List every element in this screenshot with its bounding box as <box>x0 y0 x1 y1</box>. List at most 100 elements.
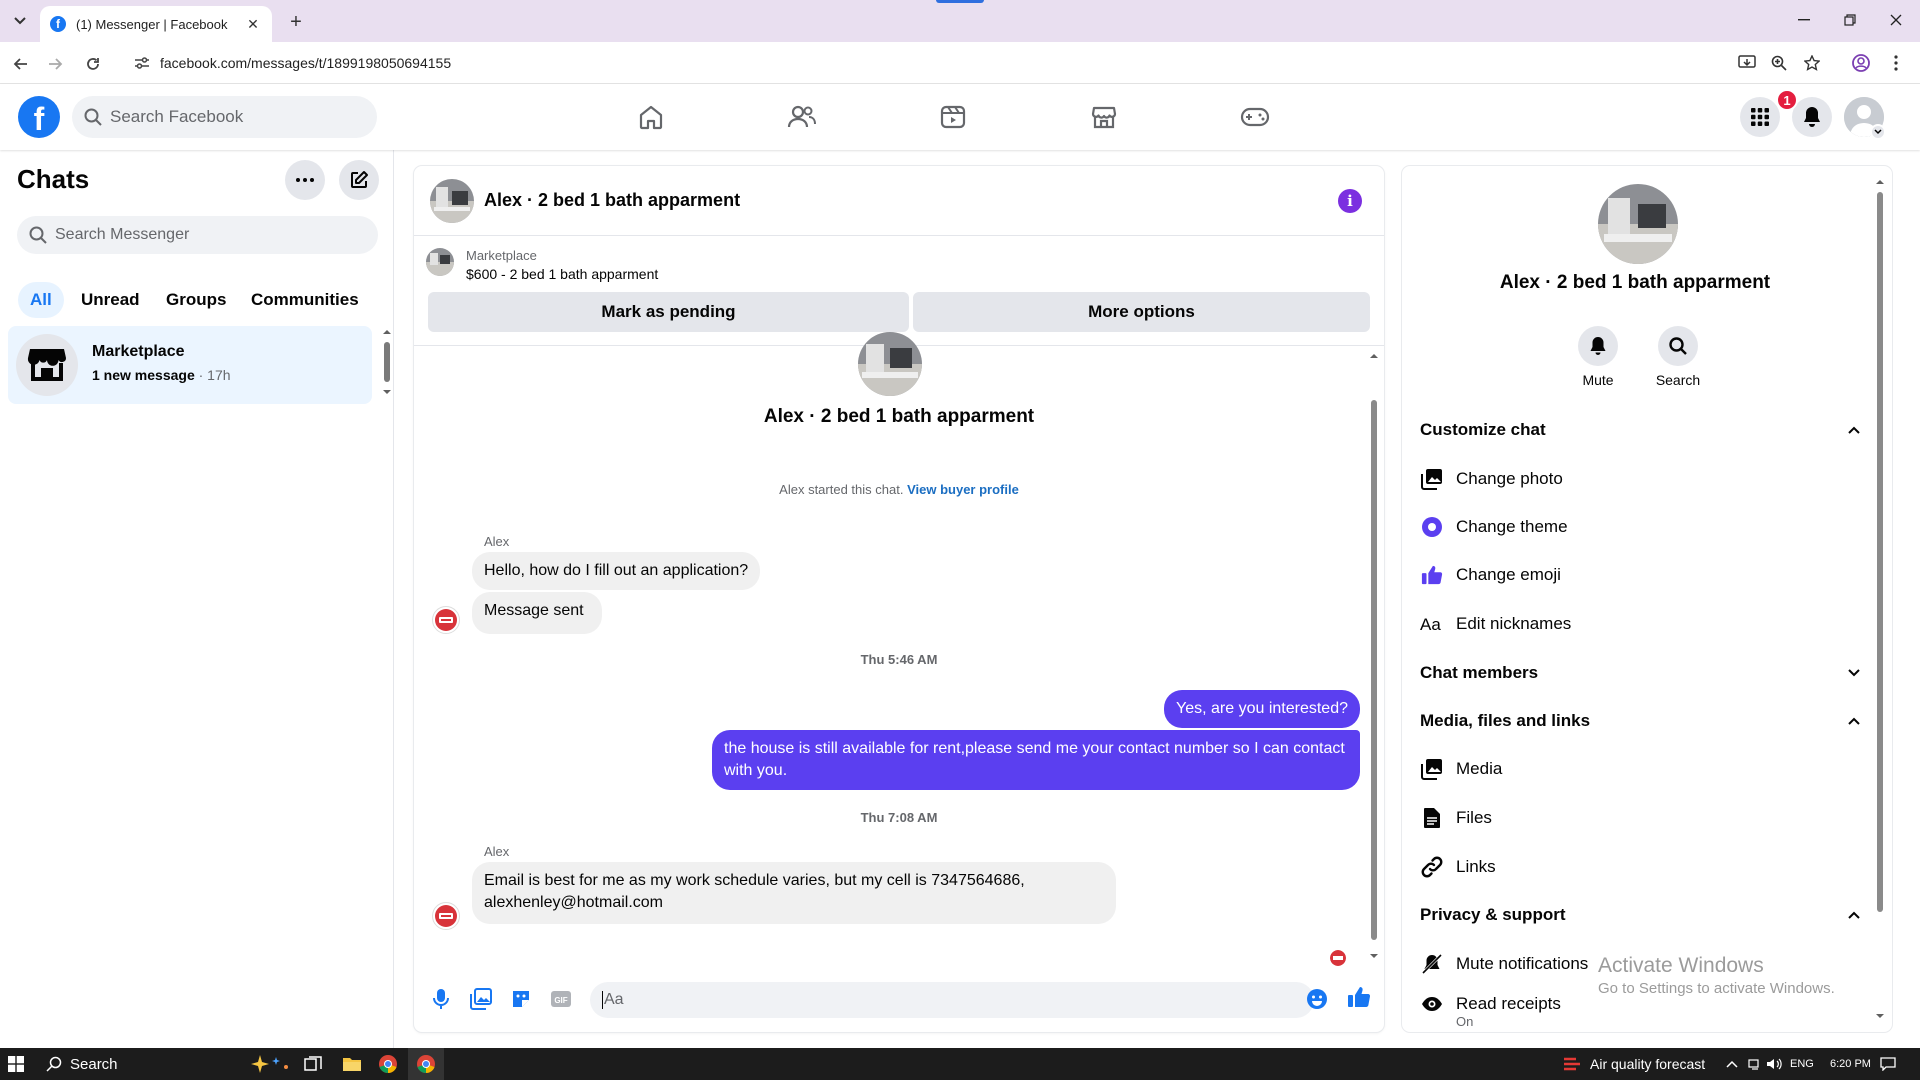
notifications-bell-icon[interactable] <box>1792 97 1832 137</box>
taskbar-search[interactable]: Search <box>46 1048 118 1080</box>
chats-options-button[interactable] <box>285 160 325 200</box>
bookmark-star-icon[interactable] <box>1801 52 1823 74</box>
close-window-button[interactable] <box>1882 8 1910 32</box>
forward-arrow-icon[interactable] <box>42 51 68 77</box>
sparkle-icon[interactable] <box>248 1048 292 1080</box>
row-label: Links <box>1456 857 1496 876</box>
microphone-icon[interactable] <box>428 986 454 1012</box>
account-chevron-icon[interactable] <box>1870 124 1886 140</box>
volume-icon[interactable] <box>1766 1048 1782 1080</box>
tab-close-icon[interactable]: ✕ <box>244 15 262 33</box>
change-photo-item[interactable]: Change photo <box>1420 459 1860 499</box>
task-view-icon[interactable] <box>304 1048 322 1080</box>
edit-nicknames-item[interactable]: Aa Edit nicknames <box>1420 604 1860 644</box>
gif-icon[interactable]: GIF <box>548 986 574 1012</box>
taskbar-search-label: Search <box>70 1055 118 1073</box>
new-message-button[interactable] <box>339 160 379 200</box>
message-list: Alex · 2 bed 1 bath apparment Alex start… <box>414 332 1384 966</box>
privacy-support-section[interactable]: Privacy & support <box>1420 895 1860 935</box>
more-dots-icon <box>296 178 314 182</box>
messenger-search-input[interactable]: Search Messenger <box>17 216 378 254</box>
change-emoji-item[interactable]: Change emoji <box>1420 555 1860 595</box>
sticker-icon[interactable] <box>508 986 534 1012</box>
url-field[interactable]: facebook.com/messages/t/1899198050694155 <box>124 48 1764 78</box>
listing-thumbnail[interactable] <box>430 179 474 223</box>
listing-thumbnail[interactable] <box>1598 184 1678 264</box>
sender-name: Alex <box>484 844 510 859</box>
windows-start-icon[interactable] <box>8 1048 24 1080</box>
message-bubble[interactable]: Yes, are you interested? <box>1164 690 1360 728</box>
avatar[interactable] <box>432 902 460 930</box>
minimize-button[interactable] <box>1790 8 1818 32</box>
home-icon[interactable] <box>630 96 672 138</box>
menu-grid-icon[interactable] <box>1740 97 1780 137</box>
reload-icon[interactable] <box>80 51 106 77</box>
message-bubble[interactable]: the house is still available for rent,pl… <box>712 730 1360 790</box>
back-arrow-icon[interactable] <box>8 51 34 77</box>
notification-center-icon[interactable] <box>1880 1048 1896 1080</box>
section-title: Media, files and links <box>1420 711 1591 730</box>
chrome-active-icon[interactable] <box>408 1048 444 1080</box>
file-explorer-icon[interactable] <box>342 1048 362 1080</box>
notification-badge: 1 <box>1776 89 1798 111</box>
marketplace-icon[interactable] <box>1083 96 1125 138</box>
thumbs-up-icon[interactable] <box>1346 984 1372 1010</box>
more-options-button[interactable]: More options <box>913 292 1370 332</box>
chevron-up-icon[interactable] <box>1726 1048 1738 1080</box>
change-theme-item[interactable]: Change theme <box>1420 507 1860 547</box>
browser-tab[interactable]: f (1) Messenger | Facebook ✕ <box>40 6 272 42</box>
profile-icon[interactable] <box>1850 52 1872 74</box>
search-in-chat-button[interactable]: Search <box>1648 326 1708 388</box>
message-bubble[interactable]: Hello, how do I fill out an application? <box>472 552 761 590</box>
list-item[interactable]: Marketplace 1 new message · 17h <box>8 326 372 404</box>
facebook-header: f Search Facebook 1 <box>0 84 1920 150</box>
new-tab-button[interactable]: + <box>284 10 308 34</box>
filter-unread[interactable]: Unread <box>69 282 152 318</box>
info-scrollbar[interactable] <box>1874 176 1886 1022</box>
browser-menu-icon[interactable] <box>1885 52 1907 74</box>
message-bubble[interactable]: Message sent <box>472 592 602 634</box>
avatar[interactable] <box>432 606 460 634</box>
message-bubble[interactable]: Email is best for me as my work schedule… <box>472 862 1116 924</box>
zoom-icon[interactable] <box>1768 52 1790 74</box>
facebook-logo-icon[interactable]: f <box>18 96 60 138</box>
chevron-down-icon <box>1848 669 1860 677</box>
chats-scrollbar[interactable] <box>382 328 392 398</box>
chat-members-section[interactable]: Chat members <box>1420 653 1860 693</box>
row-label: Mute notifications <box>1456 954 1589 973</box>
site-info-icon[interactable] <box>130 51 154 75</box>
chrome-icon[interactable] <box>378 1048 398 1080</box>
gaming-icon[interactable] <box>1234 96 1276 138</box>
links-item[interactable]: Links <box>1420 847 1860 887</box>
message-input[interactable]: Aa <box>590 982 1314 1018</box>
filter-all[interactable]: All <box>18 282 64 318</box>
install-app-icon[interactable] <box>1736 52 1758 74</box>
image-icon <box>1420 757 1444 781</box>
mute-button[interactable]: Mute <box>1568 326 1628 388</box>
clock[interactable]: 6:20 PM <box>1830 1048 1871 1080</box>
image-icon[interactable] <box>468 986 494 1012</box>
customize-chat-section[interactable]: Customize chat <box>1420 410 1860 450</box>
network-icon[interactable] <box>1748 1048 1762 1080</box>
listing-price[interactable]: $600 - 2 bed 1 bath apparment <box>466 266 658 282</box>
files-item[interactable]: Files <box>1420 798 1860 838</box>
info-icon[interactable]: i <box>1338 189 1362 213</box>
listing-thumbnail[interactable] <box>426 248 454 276</box>
restore-button[interactable] <box>1836 8 1864 32</box>
mark-pending-button[interactable]: Mark as pending <box>428 292 909 332</box>
filter-groups[interactable]: Groups <box>154 282 238 318</box>
conversation-scrollbar[interactable] <box>1368 350 1380 962</box>
friends-icon[interactable] <box>781 96 823 138</box>
section-title: Chat members <box>1420 663 1539 682</box>
video-icon[interactable] <box>932 96 974 138</box>
view-buyer-profile-link[interactable]: View buyer profile <box>907 482 1019 497</box>
conversation-title[interactable]: Alex · 2 bed 1 bath apparment <box>484 190 740 211</box>
media-item[interactable]: Media <box>1420 749 1860 789</box>
weather-widget[interactable]: Air quality forecast <box>1562 1048 1705 1080</box>
facebook-search-input[interactable]: Search Facebook <box>72 96 377 138</box>
emoji-icon[interactable] <box>1304 986 1330 1012</box>
filter-communities[interactable]: Communities <box>239 282 371 318</box>
language-indicator[interactable]: ENG <box>1790 1048 1814 1080</box>
tab-search-chevron-icon[interactable] <box>8 10 32 32</box>
media-files-links-section[interactable]: Media, files and links <box>1420 701 1860 741</box>
